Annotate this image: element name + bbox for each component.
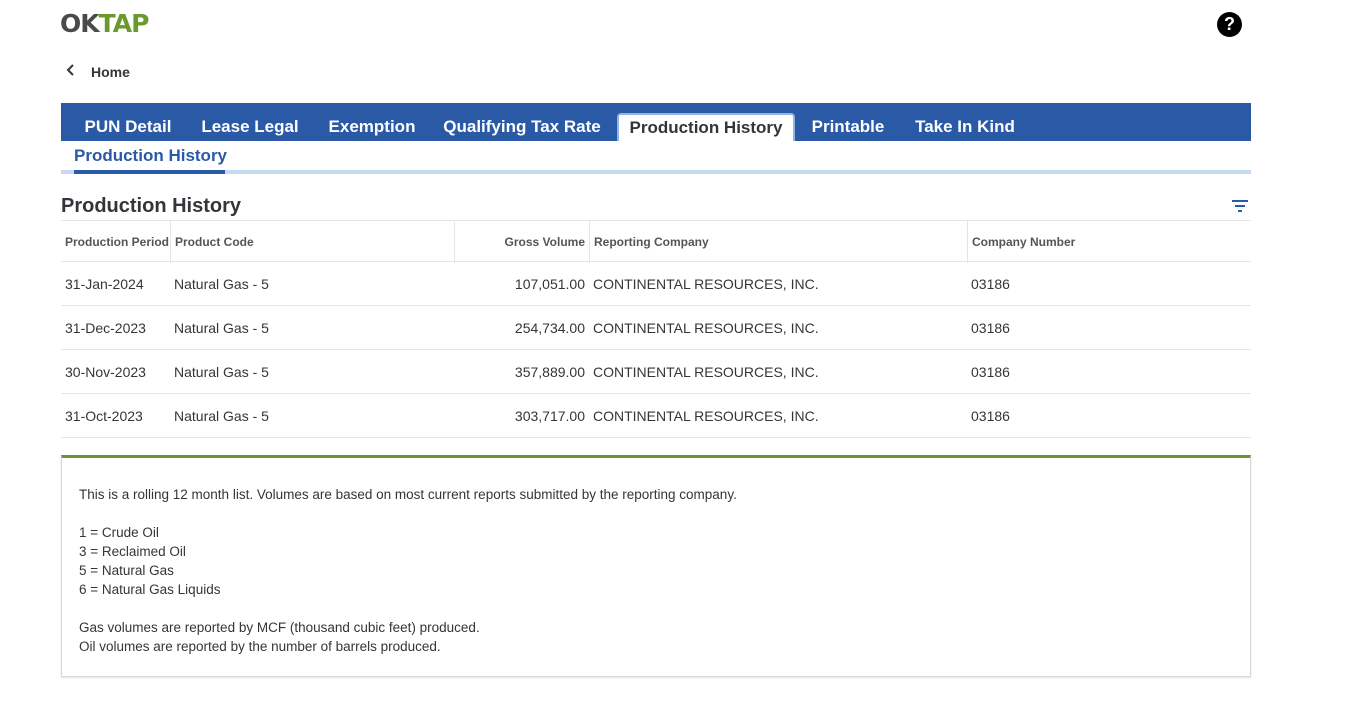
subtab-divider [61,170,1251,174]
units-note: Gas volumes are reported by MCF (thousan… [79,620,480,635]
product-code-legend-item: 6 = Natural Gas Liquids [79,582,221,597]
cell-gross-volume: 303,717.00 [514,408,585,424]
filter-icon[interactable] [1230,198,1250,214]
column-header-reporting-company[interactable]: Reporting Company [589,221,967,263]
subtab-production-history[interactable]: Production History [74,146,227,170]
product-code-legend-item: 1 = Crude Oil [79,525,159,540]
column-header-gross-volume[interactable]: Gross Volume [454,221,589,263]
tab-qualifying-tax-rate[interactable]: Qualifying Tax Rate [435,113,609,141]
detail-tab-bar: PUN Detail Lease Legal Exemption Qualify… [61,103,1251,141]
table-row[interactable]: 30-Nov-2023 Natural Gas - 5 357,889.00 C… [61,350,1251,394]
tab-production-history[interactable]: Production History [617,113,795,141]
cell-production-period: 31-Jan-2024 [65,276,144,292]
logo-tap-text: TAP [98,9,150,38]
tab-pun-detail[interactable]: PUN Detail [75,113,181,141]
cell-product-code: Natural Gas - 5 [174,276,269,292]
notes-intro: This is a rolling 12 month list. Volumes… [79,487,737,502]
units-note: Oil volumes are reported by the number o… [79,639,441,654]
cell-company-number: 03186 [971,320,1010,336]
subtab-active-indicator [74,170,225,174]
product-code-legend-item: 5 = Natural Gas [79,563,174,578]
cell-production-period: 30-Nov-2023 [65,364,146,380]
help-icon: ? [1224,14,1235,34]
tab-take-in-kind[interactable]: Take In Kind [907,113,1023,141]
oktap-logo: OK TAP [60,9,150,39]
tab-exemption[interactable]: Exemption [319,113,425,141]
cell-product-code: Natural Gas - 5 [174,320,269,336]
column-header-product-code[interactable]: Product Code [170,221,454,263]
cell-product-code: Natural Gas - 5 [174,408,269,424]
table-row[interactable]: 31-Oct-2023 Natural Gas - 5 303,717.00 C… [61,394,1251,438]
production-history-table: Production Period Product Code Gross Vol… [61,220,1251,438]
table-row[interactable]: 31-Jan-2024 Natural Gas - 5 107,051.00 C… [61,262,1251,306]
notes-panel: This is a rolling 12 month list. Volumes… [61,455,1251,677]
page-title: Production History [61,195,242,217]
cell-gross-volume: 357,889.00 [514,364,585,380]
cell-reporting-company: CONTINENTAL RESOURCES, INC. [593,364,819,380]
cell-company-number: 03186 [971,364,1010,380]
tab-printable[interactable]: Printable [803,113,893,141]
help-button[interactable]: ? [1217,12,1242,37]
cell-production-period: 31-Oct-2023 [65,408,143,424]
cell-gross-volume: 107,051.00 [514,276,585,292]
cell-reporting-company: CONTINENTAL RESOURCES, INC. [593,408,819,424]
cell-gross-volume: 254,734.00 [514,320,585,336]
tab-lease-legal[interactable]: Lease Legal [191,113,309,141]
cell-company-number: 03186 [971,408,1010,424]
column-header-company-number[interactable]: Company Number [967,221,1251,263]
table-row[interactable]: 31-Dec-2023 Natural Gas - 5 254,734.00 C… [61,306,1251,350]
cell-reporting-company: CONTINENTAL RESOURCES, INC. [593,320,819,336]
logo-ok-text: OK [60,9,100,38]
cell-production-period: 31-Dec-2023 [65,320,146,336]
table-header: Production Period Product Code Gross Vol… [61,220,1251,263]
product-code-legend-item: 3 = Reclaimed Oil [79,544,186,559]
back-home-link[interactable]: Home [66,62,130,82]
back-home-label: Home [91,64,130,80]
cell-product-code: Natural Gas - 5 [174,364,269,380]
column-header-production-period[interactable]: Production Period [61,221,170,263]
cell-company-number: 03186 [971,276,1010,292]
chevron-left-icon [66,63,78,81]
cell-reporting-company: CONTINENTAL RESOURCES, INC. [593,276,819,292]
